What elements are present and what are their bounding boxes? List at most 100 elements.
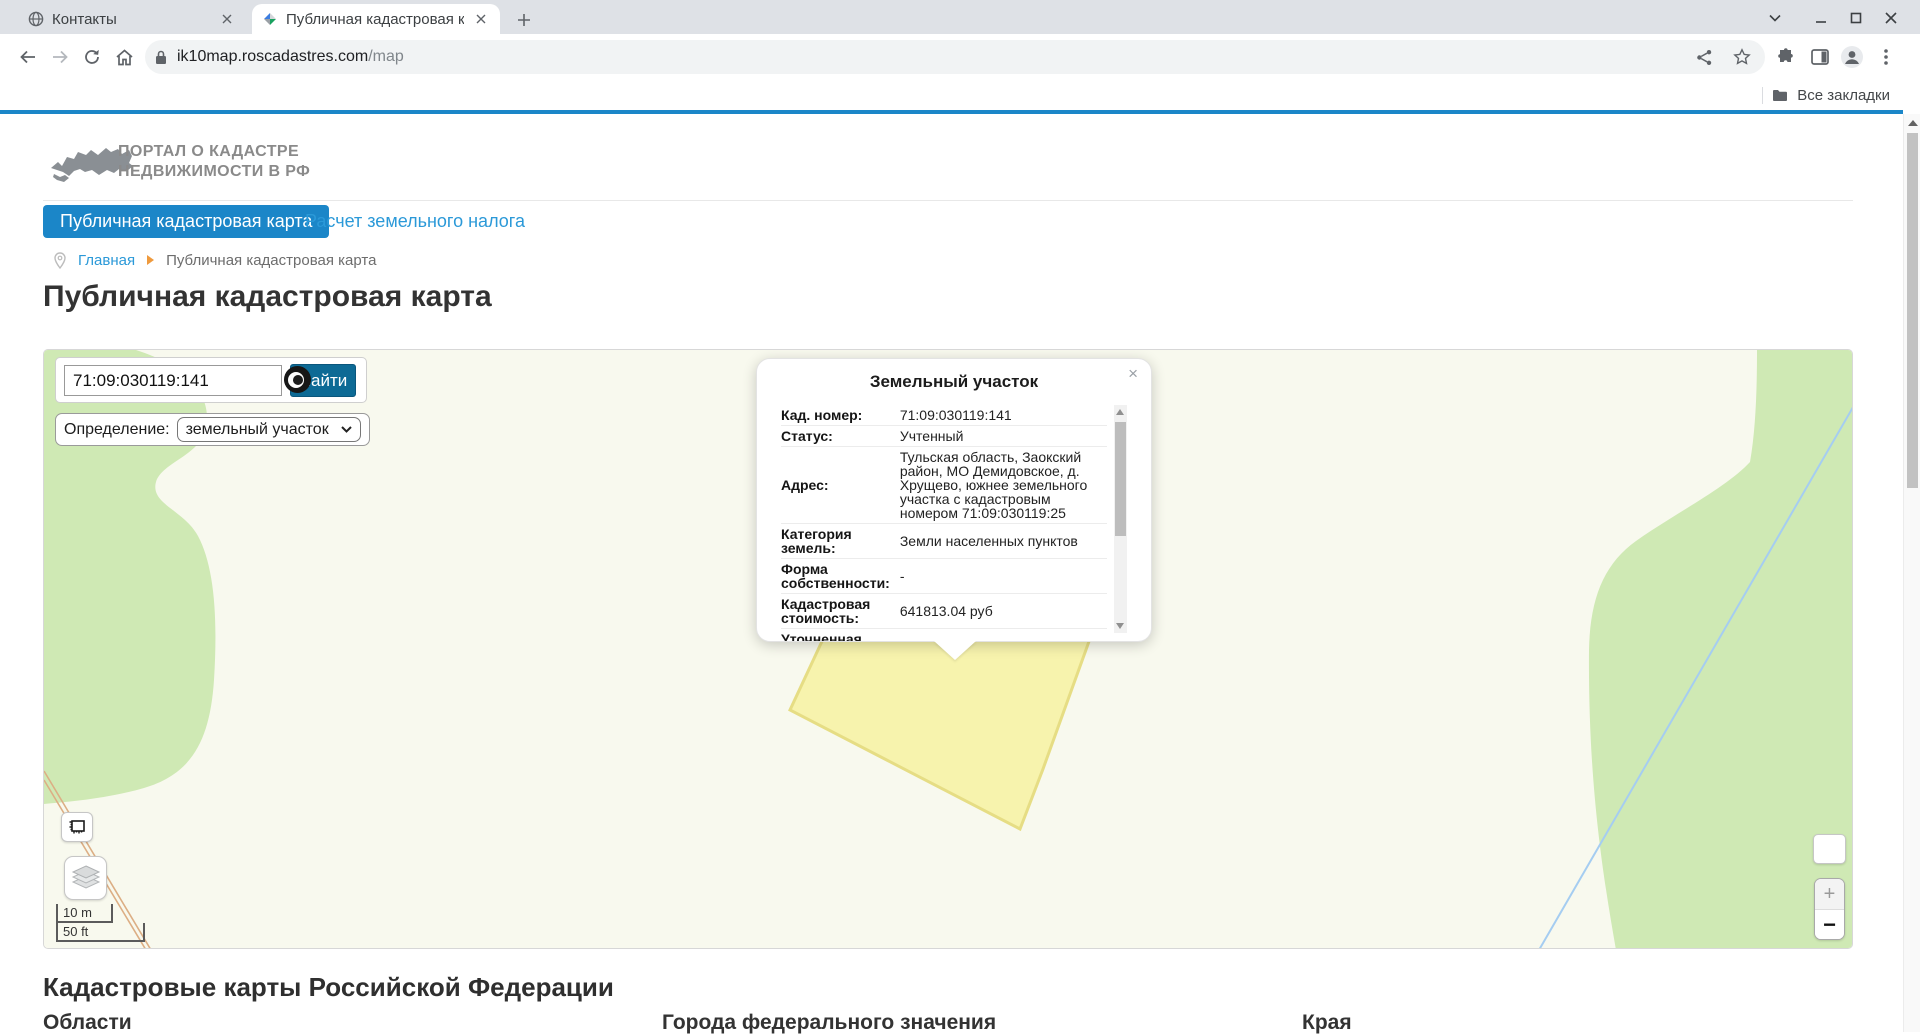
zoom-in-button[interactable]: +: [1815, 879, 1844, 910]
tab-search-chevron-icon[interactable]: [1760, 8, 1790, 28]
zoom-control: + −: [1814, 878, 1845, 940]
chevron-down-icon: [341, 426, 352, 433]
side-panel-icon[interactable]: [1806, 43, 1834, 71]
row-value: 1908 кв.м: [900, 629, 1107, 643]
bookmark-star-icon[interactable]: [1733, 48, 1751, 66]
nav-tab-public-cadastral-map[interactable]: Публичная кадастровая карта: [43, 205, 329, 238]
site-accent-bar: [0, 110, 1903, 114]
browser-toolbar: ik10map.roscadastres.com /map: [0, 34, 1920, 80]
tab-title: Публичная кадастровая ка: [286, 11, 464, 28]
nav-tab-label: Публичная кадастровая карта: [60, 211, 312, 232]
breadcrumb: Главная Публичная кадастровая карта: [54, 250, 376, 270]
layers-button[interactable]: [64, 856, 107, 900]
logo-line-2: НЕДВИЖИМОСТИ В РФ: [118, 162, 310, 182]
folder-icon: [1772, 89, 1788, 102]
table-row: Форма собственности: -: [781, 559, 1107, 594]
scroll-up-icon[interactable]: [1116, 409, 1124, 415]
table-row: Уточненная площадь: 1908 кв.м: [781, 629, 1107, 643]
table-row: Кадастровая стоимость: 641813.04 руб: [781, 594, 1107, 629]
row-value: 71:09:030119:141: [900, 405, 1107, 426]
table-row: Адрес: Тульская область, Заокский район,…: [781, 447, 1107, 524]
row-label: Категория земель:: [781, 524, 900, 559]
location-pin-icon: [54, 252, 66, 269]
fullscreen-button[interactable]: [1813, 834, 1846, 864]
site-favicon-icon: [262, 11, 278, 27]
all-bookmarks-button[interactable]: Все закладки: [1762, 83, 1890, 107]
back-icon[interactable]: [14, 43, 42, 71]
scale-metric: 10 m: [56, 904, 113, 923]
scrollbar-thumb[interactable]: [1907, 133, 1918, 488]
row-label: Адрес:: [781, 447, 900, 524]
popup-scrollbar[interactable]: [1114, 405, 1127, 633]
table-row: Кад. номер: 71:09:030119:141: [781, 405, 1107, 426]
zoom-out-button[interactable]: −: [1815, 910, 1844, 940]
globe-icon: [28, 11, 44, 27]
browser-tab-cadastre-map[interactable]: Публичная кадастровая ка: [252, 4, 500, 34]
forward-icon[interactable]: [46, 43, 74, 71]
row-label: Статус:: [781, 426, 900, 447]
reload-icon[interactable]: [78, 43, 106, 71]
breadcrumb-arrow-icon: [147, 255, 154, 265]
map-search-panel: Найти: [55, 357, 367, 403]
browser-scrollbar[interactable]: [1903, 114, 1920, 1032]
window-minimize-icon[interactable]: [1806, 8, 1836, 28]
url-path: /map: [368, 48, 404, 66]
nav-tab-label: Расчет земельного налога: [305, 211, 525, 232]
measure-tool-button[interactable]: [61, 812, 93, 842]
logo-line-1: ПОРТАЛ О КАДАСТРЕ: [118, 142, 310, 162]
footer-heading: Кадастровые карты Российской Федерации: [43, 972, 614, 1003]
breadcrumb-home-link[interactable]: Главная: [78, 252, 135, 269]
scroll-down-icon[interactable]: [1116, 623, 1124, 629]
table-row: Статус: Учтенный: [781, 426, 1107, 447]
scroll-up-icon[interactable]: [1908, 120, 1918, 126]
row-value: Земли населенных пунктов: [900, 524, 1107, 559]
browser-tab-strip: Контакты Публичная кадастровая ка: [0, 0, 1920, 34]
row-label: Форма собственности:: [781, 559, 900, 594]
row-value: Учтенный: [900, 426, 1107, 447]
extensions-puzzle-icon[interactable]: [1772, 43, 1800, 71]
row-label: Уточненная площадь:: [781, 629, 900, 643]
row-value: Тульская область, Заокский район, МО Дем…: [900, 447, 1107, 524]
scrollbar-thumb[interactable]: [1115, 422, 1126, 536]
selected-option: земельный участок: [186, 421, 329, 439]
map-container[interactable]: Найти Определение: земельный участок × З…: [43, 349, 1853, 949]
new-tab-button[interactable]: [512, 8, 536, 32]
map-scale-bar: 10 m 50 ft: [56, 904, 145, 942]
lock-icon: [155, 50, 167, 65]
popup-close-icon[interactable]: ×: [1128, 364, 1138, 384]
parcel-type-select[interactable]: земельный участок: [177, 417, 361, 442]
url-domain: ik10map.roscadastres.com: [177, 48, 368, 66]
screen: { "browser": { "tabs": [ { "title": "Кон…: [0, 0, 1920, 1032]
window-close-icon[interactable]: [1876, 8, 1906, 28]
object-type-filter: Определение: земельный участок: [55, 413, 370, 446]
tab-close-icon[interactable]: [218, 10, 236, 28]
all-bookmarks-label: Все закладки: [1797, 87, 1890, 104]
breadcrumb-current: Публичная кадастровая карта: [166, 252, 376, 269]
window-maximize-icon[interactable]: [1841, 8, 1871, 28]
parcel-info-popup: × Земельный участок Кад. номер: 71:09:03…: [756, 358, 1152, 642]
popup-title: Земельный участок: [757, 359, 1151, 392]
parcel-attributes-table: Кад. номер: 71:09:030119:141 Статус: Учт…: [781, 405, 1107, 642]
tab-close-icon[interactable]: [472, 10, 490, 28]
layers-icon: [71, 864, 101, 892]
profile-avatar-icon[interactable]: [1838, 43, 1866, 71]
row-value: -: [900, 559, 1107, 594]
scale-imperial: 50 ft: [56, 923, 145, 942]
page-title: Публичная кадастровая карта: [43, 280, 492, 314]
share-icon[interactable]: [1696, 49, 1713, 66]
site-logo-text: ПОРТАЛ О КАДАСТРЕ НЕДВИЖИМОСТИ В РФ: [118, 142, 310, 182]
tab-title: Контакты: [52, 11, 210, 28]
home-icon[interactable]: [110, 43, 138, 71]
mouse-cursor-icon: [284, 366, 311, 393]
cadastral-number-input[interactable]: [64, 365, 282, 396]
row-label: Кад. номер:: [781, 405, 900, 426]
nav-tab-land-tax-calc[interactable]: Расчет земельного налога: [305, 205, 525, 238]
footer-column-federal-cities: Города федерального значения: [662, 1011, 996, 1035]
browser-tab-contacts[interactable]: Контакты: [18, 4, 246, 34]
row-label: Кадастровая стоимость:: [781, 594, 900, 629]
bookmarks-bar: Все закладки: [0, 80, 1920, 110]
footer-column-kraya: Края: [1302, 1011, 1352, 1035]
filter-label: Определение:: [64, 421, 170, 439]
kebab-menu-icon[interactable]: [1872, 43, 1900, 71]
address-bar[interactable]: ik10map.roscadastres.com /map: [145, 40, 1765, 74]
